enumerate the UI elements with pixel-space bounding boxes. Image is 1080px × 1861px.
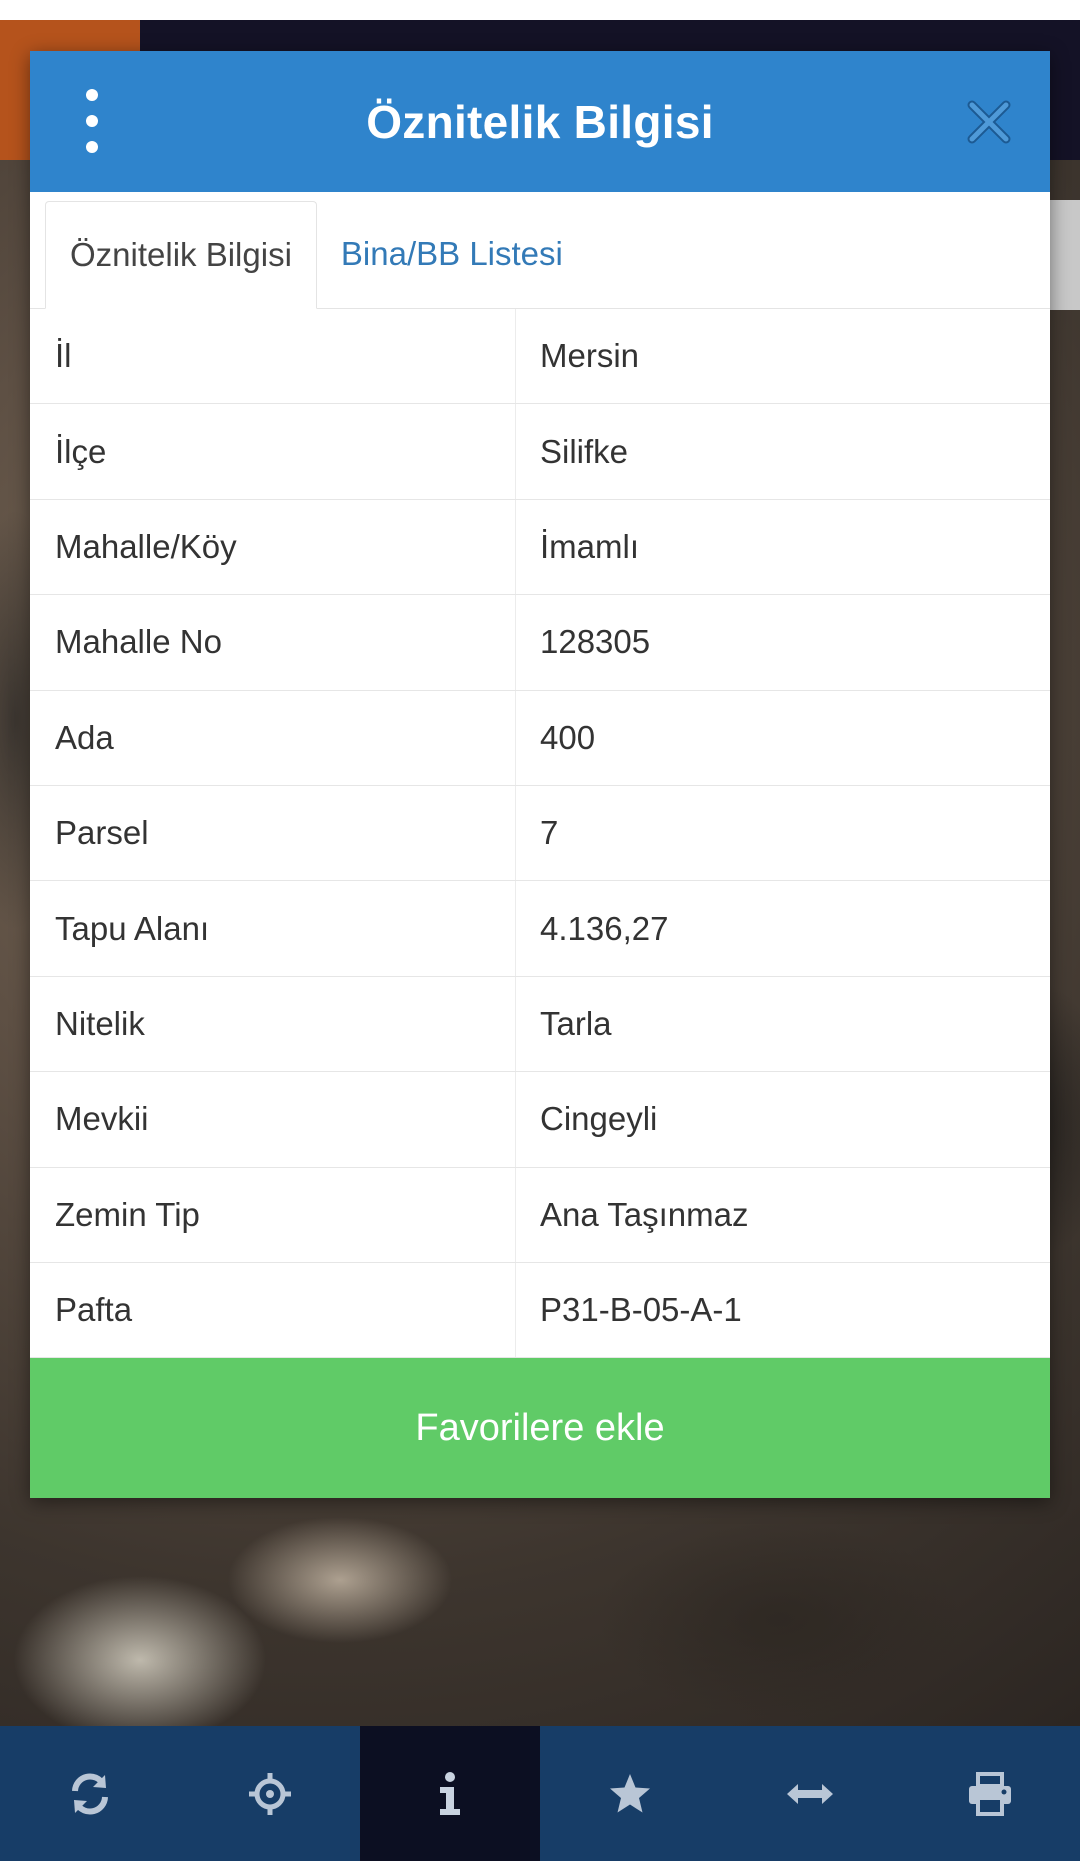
more-options-button[interactable] — [72, 89, 112, 153]
print-button[interactable] — [900, 1726, 1080, 1861]
menu-dot-icon — [86, 89, 98, 101]
table-row: Nitelik Tarla — [30, 976, 1050, 1073]
row-value: 400 — [540, 718, 596, 756]
row-value: Silifke — [540, 432, 629, 470]
locate-button[interactable] — [180, 1726, 360, 1861]
print-icon — [969, 1771, 1011, 1816]
table-row: Tapu Alanı 4.136,27 — [30, 881, 1050, 977]
row-value: 7 — [540, 814, 559, 852]
info-button[interactable] — [360, 1726, 540, 1861]
row-key: Parsel — [30, 785, 516, 881]
info-icon — [440, 1771, 460, 1815]
favorites-button[interactable] — [540, 1726, 720, 1861]
row-value: Tarla — [540, 1004, 612, 1042]
row-key: Mahalle/Köy — [30, 499, 516, 595]
row-key: Tapu Alanı — [30, 881, 516, 976]
row-key: İlçe — [30, 404, 516, 499]
row-key: Mevkii — [30, 1072, 516, 1167]
table-row: İlçe Silifke — [30, 404, 1050, 500]
row-key: Mahalle No — [30, 595, 516, 690]
row-value: İmamlı — [540, 527, 639, 565]
dialog-title: Öznitelik Bilgisi — [366, 95, 714, 148]
dialog-tabs: Öznitelik Bilgisi Bina/BB Listesi — [30, 192, 1050, 309]
table-row: Mevkii Cingeyli — [30, 1072, 1050, 1168]
dialog-header: Öznitelik Bilgisi — [30, 51, 1050, 192]
table-row: Parsel 7 — [30, 785, 1050, 882]
table-row: Mahalle/Köy İmamlı — [30, 499, 1050, 596]
table-row: Mahalle No 128305 — [30, 595, 1050, 691]
row-value: Mersin — [540, 337, 640, 375]
measure-button[interactable] — [720, 1726, 900, 1861]
row-value: 128305 — [540, 623, 651, 661]
menu-dot-icon — [86, 115, 98, 127]
close-icon — [967, 100, 1011, 144]
add-to-favorites-button[interactable]: Favorilere ekle — [30, 1358, 1050, 1498]
bottom-toolbar — [0, 1726, 1080, 1861]
measure-icon — [787, 1783, 833, 1804]
menu-dot-icon — [86, 141, 98, 153]
row-value: Cingeyli — [540, 1100, 658, 1138]
star-icon — [610, 1773, 650, 1812]
row-key: İl — [30, 309, 516, 404]
row-key: Zemin Tip — [30, 1167, 516, 1262]
refresh-button[interactable] — [0, 1726, 180, 1861]
row-value: Ana Taşınmaz — [540, 1195, 749, 1233]
attribute-table: İl Mersin İlçe Silifke Mahalle/Köy İmaml… — [30, 309, 1050, 1359]
table-row: İl Mersin — [30, 309, 1050, 405]
row-key: Nitelik — [30, 976, 516, 1072]
table-row: Ada 400 — [30, 690, 1050, 786]
refresh-icon — [72, 1772, 108, 1815]
row-value: P31-B-05-A-1 — [540, 1291, 742, 1329]
row-key: Pafta — [30, 1262, 516, 1358]
table-row: Pafta P31-B-05-A-1 — [30, 1262, 1050, 1359]
close-button[interactable] — [962, 95, 1016, 149]
row-value: 4.136,27 — [540, 909, 669, 947]
attribute-info-dialog: Öznitelik Bilgisi Öznitelik Bilgisi Bina… — [30, 51, 1050, 1498]
crosshair-icon — [249, 1772, 291, 1815]
row-key: Ada — [30, 690, 516, 785]
tab-attribute-info[interactable]: Öznitelik Bilgisi — [45, 201, 317, 309]
table-row: Zemin Tip Ana Taşınmaz — [30, 1167, 1050, 1263]
tab-building-list[interactable]: Bina/BB Listesi — [317, 200, 587, 308]
